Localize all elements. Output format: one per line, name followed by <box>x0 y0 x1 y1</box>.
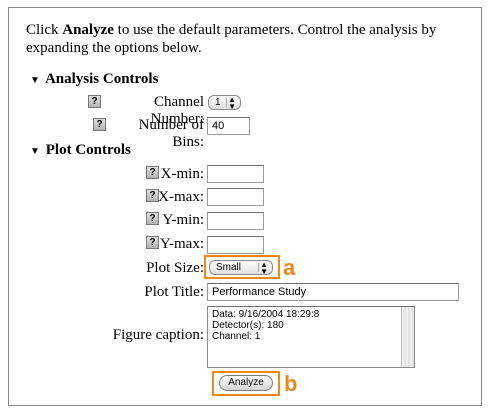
intro-analyze-word: Analyze <box>62 22 114 38</box>
intro-text: Click Analyze to use the default paramet… <box>26 21 474 57</box>
expand-triangle-icon[interactable]: ▼ <box>30 75 42 86</box>
plot-title-label: Plot Title: <box>144 284 204 300</box>
y-min-label: Y-min: <box>162 212 204 228</box>
figure-caption-label: Figure caption: <box>112 327 204 343</box>
plot-size-select[interactable]: Small ▲ ▼ <box>209 260 273 276</box>
x-max-label: X-max: <box>158 189 204 205</box>
select-arrows-icon: ▲ ▼ <box>260 260 268 276</box>
plot-title-input[interactable]: Performance Study <box>207 283 459 301</box>
y-min-input[interactable] <box>207 212 264 230</box>
channel-number-select[interactable]: 1 ▲ ▼ <box>208 95 241 111</box>
caption-line: Detector(s): 180 <box>212 320 284 331</box>
section-plot-controls[interactable]: ▼ Plot Controls <box>30 142 131 159</box>
callout-label-b: b <box>284 371 298 396</box>
section-title: Analysis Controls <box>44 71 159 87</box>
intro-prefix: Click <box>26 22 63 38</box>
select-arrows-icon: ▲ ▼ <box>228 95 236 111</box>
x-max-input[interactable] <box>207 188 264 206</box>
plot-size-value: Small <box>216 262 242 273</box>
figure-caption-textarea[interactable]: Data: 9/16/2004 18:29:8 Detector(s): 180… <box>207 306 415 368</box>
caption-line: Channel: 1 <box>212 331 261 342</box>
y-max-label: Y-max: <box>159 236 204 252</box>
select-divider <box>226 98 227 107</box>
analyze-button[interactable]: Analyze <box>219 375 273 391</box>
callout-label-a: a <box>283 255 296 280</box>
x-min-label: X-min: <box>160 166 204 182</box>
number-of-bins-input[interactable]: 40 <box>207 117 250 135</box>
plot-size-label: Plot Size: <box>146 260 204 276</box>
section-analysis-controls[interactable]: ▼ Analysis Controls <box>30 71 158 88</box>
y-max-input[interactable] <box>207 236 264 254</box>
section-title: Plot Controls <box>45 142 131 158</box>
select-divider <box>258 263 259 272</box>
x-min-input[interactable] <box>207 165 264 183</box>
caption-line: Data: 9/16/2004 18:29:8 <box>212 309 320 320</box>
channel-number-value: 1 <box>215 97 221 108</box>
expand-triangle-icon[interactable]: ▼ <box>30 146 42 157</box>
caption-scrollbar[interactable] <box>401 307 414 367</box>
